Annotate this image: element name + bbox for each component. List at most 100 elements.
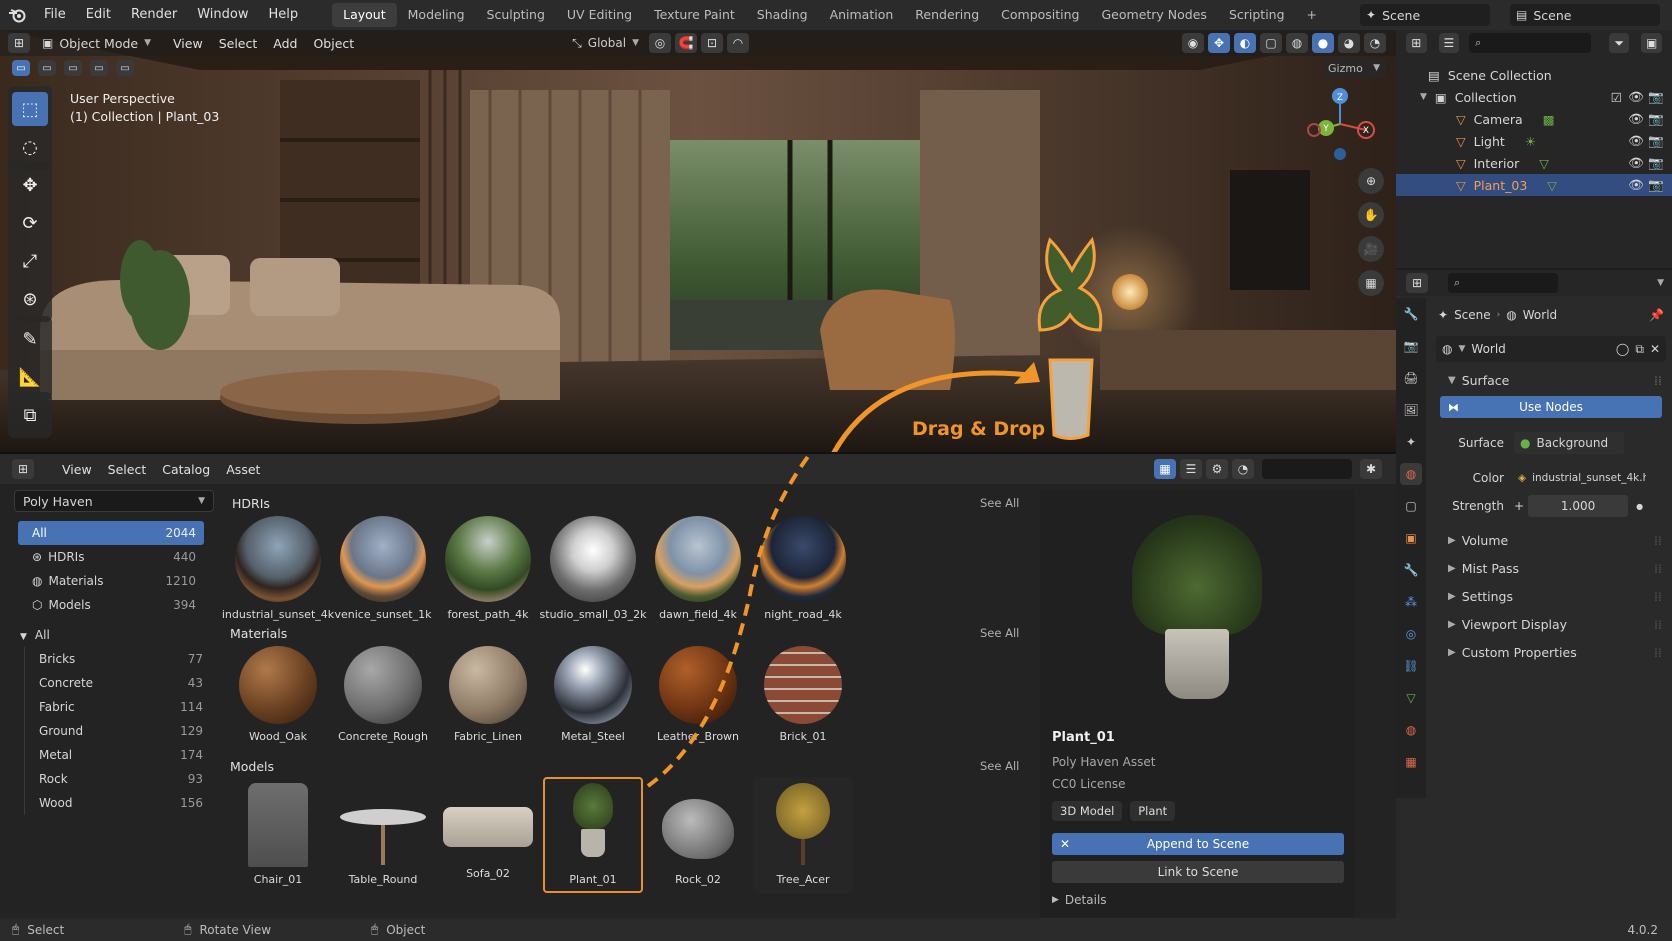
asset-tile[interactable]: Tree_Acer — [753, 777, 853, 893]
strength-field[interactable]: 1.000 — [1528, 495, 1629, 517]
zoom-icon[interactable]: ⊕ — [1358, 168, 1384, 194]
editor-type-icon[interactable]: ⊞ — [8, 33, 30, 53]
workspace-tab-animation[interactable]: Animation — [819, 3, 905, 27]
outliner-row-interior[interactable]: ▽ Interior ▽ 👁 📷 — [1396, 152, 1672, 174]
drag-handle-icon[interactable]: ⁞⁞ — [1654, 589, 1662, 604]
drag-handle-icon[interactable]: ⁞⁞ — [1654, 561, 1662, 576]
eye-icon[interactable]: 👁 — [1628, 133, 1644, 149]
outliner-row-collection[interactable]: ▼ ▣ Collection ☑ 👁 📷 — [1396, 86, 1672, 108]
tag-plant[interactable]: Plant — [1130, 801, 1176, 821]
workspace-tab-compositing[interactable]: Compositing — [990, 3, 1090, 27]
asset-tile[interactable]: Sofa_02 — [438, 777, 538, 893]
particles-tab-icon[interactable]: ⁂ — [1400, 591, 1422, 613]
world-datablock-selector[interactable]: ◍ ▼ World ◯ ⧉ ✕ — [1436, 336, 1666, 362]
outliner-search-input[interactable]: ⌕ — [1469, 33, 1591, 53]
fake-user-icon[interactable]: ◯ — [1616, 342, 1629, 356]
camera-render-icon[interactable]: 📷 — [1648, 133, 1664, 149]
details-panel-toggle[interactable]: ▶ Details — [1052, 893, 1342, 907]
asset-tile[interactable]: industrial_sunset_4k — [222, 516, 334, 634]
asset-menu-asset[interactable]: Asset — [218, 462, 268, 477]
unlink-icon[interactable]: ✕ — [1650, 342, 1660, 356]
menu-file[interactable]: File — [34, 0, 76, 30]
editor-type-icon[interactable]: ⊞ — [12, 459, 34, 479]
catalog-all[interactable]: All 2044 — [18, 521, 204, 545]
view-layer-selector[interactable]: ▤ Scene — [1510, 4, 1660, 26]
append-to-scene-button[interactable]: ✕ Append to Scene — [1052, 833, 1344, 855]
world-name-field[interactable]: World — [1471, 342, 1505, 356]
shading-rendered-icon[interactable]: ◔ — [1364, 33, 1386, 53]
add-workspace-button[interactable]: + — [1296, 3, 1328, 27]
exclude-checkbox-icon[interactable]: ☑ — [1611, 90, 1622, 105]
outliner-row-camera[interactable]: ▽ Camera ▩ 👁 📷 — [1396, 108, 1672, 130]
asset-tile[interactable]: Fabric_Linen — [438, 646, 538, 764]
render-tab-icon[interactable]: 📷 — [1400, 335, 1422, 357]
snap-icon[interactable]: 🧲 — [674, 33, 697, 53]
custom-properties-panel-header[interactable]: ▶ Custom Properties ⁞⁞ — [1430, 638, 1672, 666]
breadcrumb-scene[interactable]: Scene — [1454, 308, 1491, 322]
catalog-models[interactable]: ⬡ Models 394 — [18, 593, 204, 617]
add-cube-tool-icon[interactable]: ⧉ — [12, 398, 48, 432]
import-method-icon[interactable]: ◔ — [1232, 459, 1254, 479]
viewport-menu-object[interactable]: Object — [305, 36, 362, 51]
transform-orientation-dropdown[interactable]: ⤡ Global ▼ — [572, 36, 639, 51]
filter-icon[interactable]: ⏷ — [1608, 33, 1630, 53]
select-extend-icon[interactable]: ▭ — [38, 60, 56, 76]
list-view-icon[interactable]: ☰ — [1180, 459, 1202, 479]
drag-handle-icon[interactable]: ⁞⁞ — [1654, 617, 1662, 632]
tree-item-wood[interactable]: Wood 156 — [25, 791, 211, 815]
breadcrumb-world[interactable]: World — [1523, 308, 1557, 322]
asset-menu-select[interactable]: Select — [100, 462, 155, 477]
rotate-tool-icon[interactable]: ⟳ — [12, 206, 48, 240]
world-tab-icon[interactable]: ◍ — [1400, 463, 1422, 485]
shading-wireframe-icon[interactable]: ◍ — [1286, 33, 1308, 53]
cursor-tool-icon[interactable]: ◌ — [12, 130, 48, 164]
scene-selector[interactable]: ✦ Scene — [1360, 4, 1490, 26]
tree-item-metal[interactable]: Metal 174 — [25, 743, 211, 767]
select-invert-icon[interactable]: ▭ — [90, 60, 108, 76]
workspace-tab-rendering[interactable]: Rendering — [904, 3, 990, 27]
tree-item-rock[interactable]: Rock 93 — [25, 767, 211, 791]
workspace-tab-uv-editing[interactable]: UV Editing — [556, 3, 643, 27]
measure-tool-icon[interactable]: 📐 — [12, 360, 48, 394]
asset-tile-selected[interactable]: Plant_01 — [543, 777, 643, 893]
camera-render-icon[interactable]: 📷 — [1648, 155, 1664, 171]
collection-tab-icon[interactable]: ▢ — [1400, 495, 1422, 517]
tool-tab-icon[interactable]: 🔧 — [1400, 303, 1422, 325]
select-intersect-icon[interactable]: ▭ — [116, 60, 134, 76]
workspace-tab-texture-paint[interactable]: Texture Paint — [643, 3, 746, 27]
settings-icon[interactable]: ✱ — [1360, 459, 1382, 479]
eye-icon[interactable]: 👁 — [1628, 111, 1644, 127]
surface-shader-field[interactable]: ● Background — [1514, 432, 1624, 454]
xray-icon[interactable]: ▢ — [1260, 33, 1282, 53]
camera-view-icon[interactable]: 🎥 — [1358, 236, 1384, 262]
viewport-menu-view[interactable]: View — [165, 36, 211, 51]
asset-tile[interactable]: forest_path_4k — [438, 516, 538, 634]
object-mode-dropdown[interactable]: ▣ Object Mode ▼ — [42, 36, 151, 51]
workspace-tab-geometry-nodes[interactable]: Geometry Nodes — [1091, 3, 1218, 27]
library-dropdown[interactable]: Poly Haven ▼ — [14, 490, 214, 512]
editor-type-icon[interactable]: ⊞ — [1406, 273, 1428, 293]
volume-panel-header[interactable]: ▶ Volume ⁞⁞ — [1430, 526, 1672, 554]
catalog-hdris[interactable]: ⊛ HDRIs 440 — [18, 545, 204, 569]
camera-render-icon[interactable]: 📷 — [1648, 177, 1664, 193]
view-layer-tab-icon[interactable]: 🖼 — [1400, 399, 1422, 421]
drag-handle-icon[interactable]: ⁞⁞ — [1654, 645, 1662, 660]
asset-menu-view[interactable]: View — [54, 462, 100, 477]
shading-solid-icon[interactable]: ● — [1312, 33, 1334, 53]
select-box-tool-icon[interactable]: ⬚ — [12, 92, 48, 126]
pan-hand-icon[interactable]: ✋ — [1358, 202, 1384, 228]
catalog-tree-root[interactable]: ▼ All — [18, 623, 204, 647]
menu-help[interactable]: Help — [259, 0, 309, 30]
filter-icon[interactable]: ⚙ — [1206, 459, 1228, 479]
gizmo-dropdown[interactable]: Gizmo ▼ — [1322, 58, 1386, 78]
workspace-tab-shading[interactable]: Shading — [746, 3, 819, 27]
workspace-tab-layout[interactable]: Layout — [332, 3, 397, 27]
tree-item-concrete[interactable]: Concrete 43 — [25, 671, 211, 695]
asset-tile[interactable]: Wood_Oak — [228, 646, 328, 764]
surface-panel-header[interactable]: ▼ Surface ⁞⁞ — [1430, 366, 1672, 394]
use-nodes-button[interactable]: ⧓ Use Nodes — [1440, 396, 1662, 418]
camera-render-icon[interactable]: 📷 — [1648, 111, 1664, 127]
hdris-see-all-link[interactable]: See All — [980, 496, 1019, 510]
move-tool-icon[interactable]: ✥ — [12, 168, 48, 202]
editor-type-icon[interactable]: ⊞ — [1406, 33, 1427, 53]
